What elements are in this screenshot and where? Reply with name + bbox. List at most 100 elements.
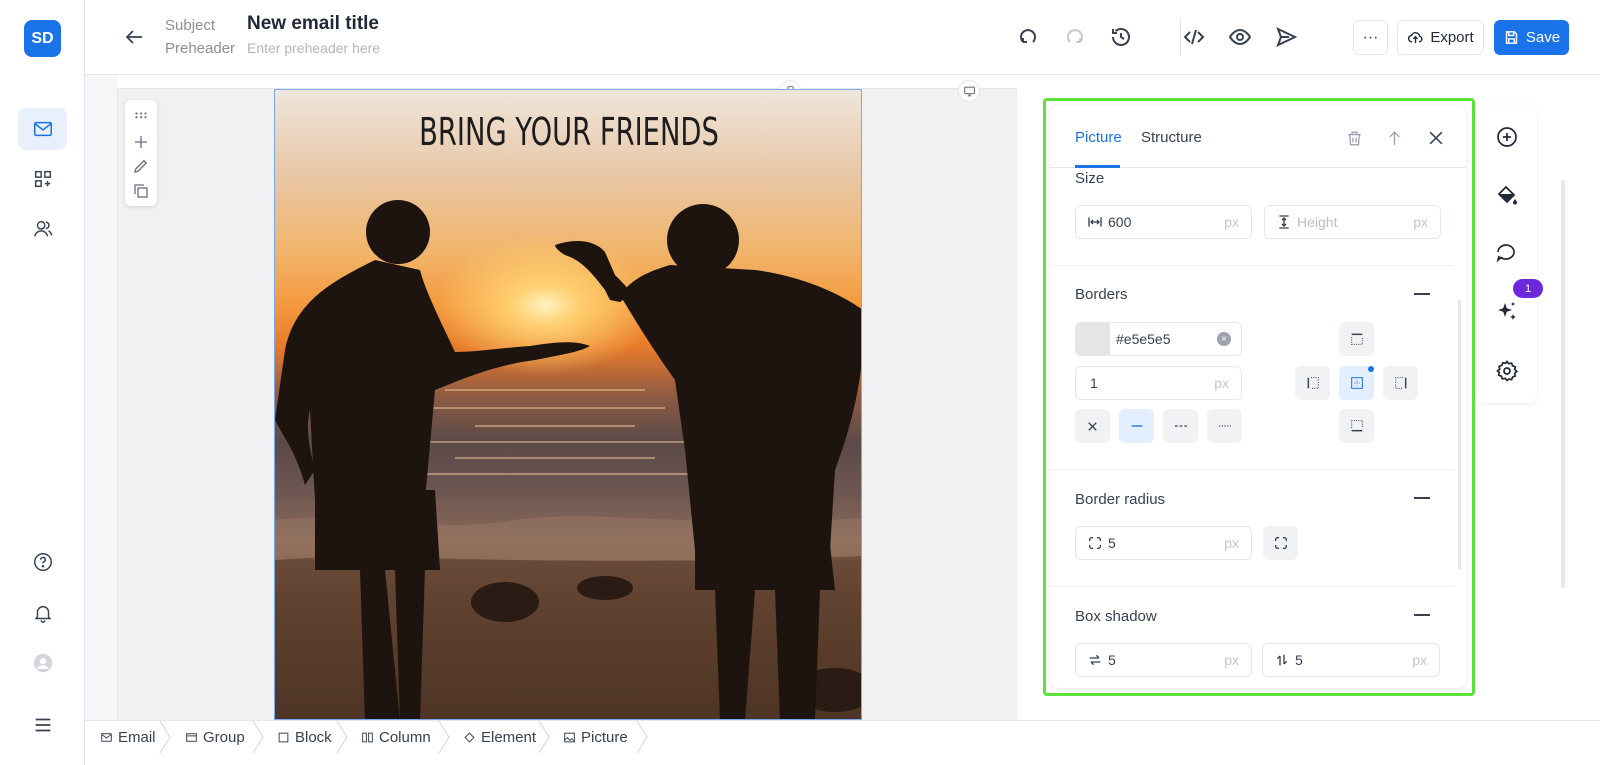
collapse-border-radius-button[interactable] — [1414, 497, 1430, 499]
user-avatar-button[interactable] — [18, 642, 67, 684]
size-section-title: Size — [1075, 170, 1105, 187]
notifications-button[interactable] — [18, 592, 67, 634]
page-scrollbar[interactable] — [1561, 180, 1565, 588]
back-arrow-icon[interactable] — [122, 25, 146, 49]
height-icon — [1275, 213, 1293, 231]
panel-scrollbar[interactable] — [1458, 300, 1461, 570]
export-label: Export — [1430, 29, 1474, 46]
shadow-y-unit: px — [1412, 652, 1427, 668]
border-right-icon — [1394, 377, 1406, 389]
individual-corners-button[interactable] — [1263, 526, 1298, 560]
border-radius-field[interactable]: 5 px — [1075, 526, 1252, 560]
breadcrumb-email[interactable]: Email — [100, 721, 156, 753]
dashed-line-icon — [1174, 425, 1187, 427]
export-button[interactable]: Export — [1397, 20, 1484, 55]
clear-icon[interactable]: × — [1217, 332, 1231, 346]
border-all-icon — [1350, 377, 1363, 389]
border-color-swatch[interactable] — [1076, 323, 1110, 355]
app-logo[interactable]: SD — [24, 20, 61, 57]
border-side-bottom[interactable] — [1339, 409, 1374, 443]
save-button[interactable]: Save — [1494, 20, 1569, 55]
border-style-none[interactable] — [1075, 409, 1110, 443]
email-title-input[interactable]: New email title — [247, 13, 379, 35]
tab-picture[interactable]: Picture — [1075, 129, 1122, 146]
beach-photo-silhouettes — [275, 200, 861, 719]
duplicate-icon[interactable] — [132, 182, 150, 200]
comments-button[interactable] — [1494, 240, 1520, 266]
code-view-button[interactable] — [1181, 24, 1207, 50]
close-icon — [1429, 131, 1443, 145]
settings-button[interactable] — [1494, 358, 1520, 384]
preheader-input[interactable]: Enter preheader here — [247, 40, 380, 56]
gear-icon — [1496, 360, 1519, 382]
undo-icon — [1020, 29, 1036, 43]
send-test-button[interactable] — [1273, 24, 1299, 50]
mail-icon — [33, 121, 52, 137]
border-style-solid[interactable] — [1119, 409, 1154, 443]
add-block-button[interactable] — [1494, 124, 1520, 150]
desktop-view-toggle[interactable] — [958, 80, 980, 102]
history-button[interactable] — [1108, 24, 1134, 50]
width-value: 600 — [1108, 214, 1132, 230]
drag-handle-icon[interactable] — [132, 106, 150, 124]
shadow-x-value: 5 — [1108, 652, 1116, 668]
shadow-y-value: 5 — [1295, 652, 1303, 668]
collapse-box-shadow-button[interactable] — [1414, 614, 1430, 616]
border-side-top[interactable] — [1339, 322, 1374, 356]
border-style-dashed[interactable] — [1163, 409, 1198, 443]
collapse-borders-button[interactable] — [1414, 293, 1430, 295]
close-panel-button[interactable] — [1425, 127, 1447, 149]
section-divider — [1050, 586, 1454, 587]
width-unit: px — [1224, 214, 1239, 230]
shadow-y-field[interactable]: 5 px — [1262, 643, 1440, 677]
border-bottom-icon — [1350, 420, 1363, 432]
ai-assistant-button[interactable] — [1494, 299, 1520, 325]
sidebar-item-contacts[interactable] — [18, 208, 67, 250]
breadcrumb-column[interactable]: Column — [361, 721, 431, 753]
undo-button[interactable] — [1015, 24, 1041, 50]
image-icon — [564, 732, 575, 742]
border-style-dotted[interactable] — [1207, 409, 1242, 443]
redo-icon — [1067, 29, 1083, 43]
select-parent-button[interactable] — [1383, 127, 1405, 149]
appearance-button[interactable] — [1494, 182, 1520, 208]
plus-circle-icon — [1497, 127, 1517, 147]
border-side-right[interactable] — [1383, 366, 1418, 400]
code-icon — [1183, 29, 1205, 45]
image-headline: BRING YOUR FRIENDS — [419, 110, 719, 154]
border-radius-section-title: Border radius — [1075, 491, 1166, 508]
selected-picture[interactable]: BRING YOUR FRIENDS — [274, 89, 862, 720]
preheader-label: Preheader — [165, 40, 236, 57]
breadcrumb-element[interactable]: Element — [463, 721, 536, 753]
shadow-x-field[interactable]: 5 px — [1075, 643, 1252, 677]
preview-button[interactable] — [1227, 24, 1253, 50]
redo-button[interactable] — [1062, 24, 1088, 50]
menu-button[interactable] — [18, 704, 67, 746]
breadcrumb-block[interactable]: Block — [277, 721, 332, 753]
help-button[interactable] — [18, 541, 67, 583]
height-field[interactable]: Height px — [1264, 205, 1441, 239]
width-field[interactable]: 600 px — [1075, 205, 1252, 239]
tab-structure[interactable]: Structure — [1141, 129, 1202, 146]
section-divider — [1050, 265, 1454, 266]
more-options-button[interactable]: ··· — [1353, 20, 1388, 55]
border-color-field[interactable]: #e5e5e5 × — [1075, 322, 1242, 356]
pencil-icon[interactable] — [132, 157, 150, 175]
sidebar-item-emails[interactable] — [18, 108, 67, 150]
add-icon[interactable] — [132, 133, 150, 151]
sparkles-icon — [1498, 302, 1516, 320]
active-tab-indicator — [1075, 165, 1120, 168]
breadcrumb-label: Email — [118, 728, 156, 746]
border-radius-unit: px — [1224, 535, 1239, 551]
border-top-icon — [1350, 333, 1363, 345]
mail-icon — [101, 732, 112, 742]
breadcrumb-picture[interactable]: Picture — [563, 721, 628, 753]
height-placeholder: Height — [1297, 214, 1338, 230]
sidebar-item-templates[interactable] — [18, 158, 67, 200]
delete-button[interactable] — [1343, 127, 1365, 149]
breadcrumb-group[interactable]: Group — [185, 721, 245, 753]
border-width-field[interactable]: 1 px — [1075, 366, 1242, 400]
breadcrumb-label: Column — [379, 728, 431, 746]
breadcrumb: Email Group Block Column Element Picture — [85, 720, 1600, 765]
border-side-left[interactable] — [1295, 366, 1330, 400]
